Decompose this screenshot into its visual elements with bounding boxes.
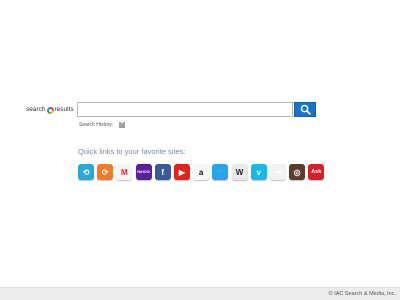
quick-link-orange-icon[interactable]: ⟳ [97, 164, 114, 180]
quick-link-gmail-icon[interactable]: M [116, 164, 133, 180]
quick-link-youtube-icon[interactable]: ▶ [173, 164, 190, 180]
quick-link-glyph: 🐦 [216, 169, 224, 175]
quick-link-glyph: v [256, 167, 261, 177]
quick-link-facebook-icon[interactable]: f [154, 164, 171, 180]
quick-link-ebay-icon[interactable]: ebay [269, 164, 286, 180]
quick-links-title: Quick links to your favorite sites: [78, 147, 186, 156]
quick-link-twitter-icon[interactable]: 🐦 [212, 164, 229, 180]
quick-link-glyph: W [235, 167, 244, 177]
quick-link-glyph: ⟳ [101, 167, 109, 177]
quick-links-row: ⟲ ⟳ M YAHOO! f ▶ a 🐦 Wv ebay ◎ Ask [78, 164, 325, 180]
search-history-toggle-icon[interactable] [119, 120, 126, 128]
quick-link-wikipedia-icon[interactable]: W [231, 164, 248, 180]
search-button[interactable] [294, 102, 316, 117]
quick-link-glyph: f [161, 167, 165, 177]
quick-link-ask-icon[interactable]: Ask [308, 164, 325, 180]
quick-link-instagram-icon[interactable]: ◎ [289, 164, 306, 180]
logo-orb-icon [46, 106, 54, 114]
search-results-logo: search results [26, 105, 76, 115]
logo-text-results: results [54, 106, 74, 113]
quick-link-yahoo-icon[interactable]: YAHOO! [135, 164, 152, 180]
logo-text-search: search [26, 106, 46, 113]
footer-copyright: © IAC Search & Media, Inc. [328, 291, 396, 297]
quick-link-glyph: a [198, 167, 204, 177]
quick-link-glyph: YAHOO! [136, 170, 151, 174]
quick-link-glyph: ebay [273, 170, 282, 174]
quick-link-vimeo-icon[interactable]: v [250, 164, 267, 180]
quick-link-glyph: M [121, 167, 128, 177]
search-icon [300, 104, 311, 115]
quick-link-glyph: ◎ [293, 167, 301, 177]
quick-link-amazon-icon[interactable]: a [193, 164, 210, 180]
search-input[interactable] [77, 102, 293, 117]
quick-link-glyph: ▶ [178, 167, 186, 177]
search-history-label: Search History: [79, 122, 114, 128]
footer: © IAC Search & Media, Inc. [0, 287, 400, 300]
quick-link-glyph: ⟲ [82, 167, 90, 177]
quick-link-unknown-blue-icon[interactable]: ⟲ [78, 164, 94, 180]
search-history: Search History: [79, 120, 126, 129]
quick-link-glyph: Ask [311, 169, 322, 175]
